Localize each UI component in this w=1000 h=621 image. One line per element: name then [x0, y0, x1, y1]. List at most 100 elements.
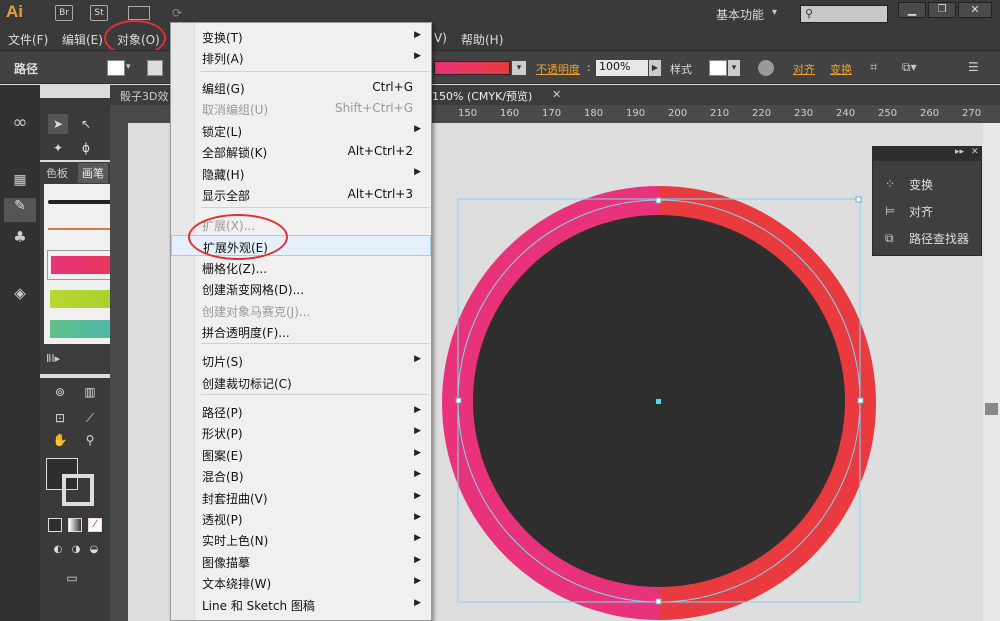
menu-item[interactable]: 实时上色(N) ▶	[171, 529, 431, 550]
slice-tool-icon[interactable]: ⟋	[80, 408, 100, 428]
panel-align[interactable]: 对齐	[909, 203, 933, 220]
close-tab-icon[interactable]: ✕	[552, 88, 561, 101]
menu-file[interactable]: 文件(F)	[8, 31, 48, 48]
submenu-arrow-icon: ▶	[414, 491, 421, 501]
bridge-button[interactable]: Br	[55, 5, 73, 21]
search-input[interactable]: ⚲	[800, 5, 888, 23]
restore-button[interactable]: ❐	[928, 2, 956, 18]
magic-wand-icon[interactable]: ✦	[48, 138, 68, 158]
color-mode-icon[interactable]	[48, 518, 62, 532]
ruler-tick: 180	[584, 108, 604, 119]
handle-right[interactable]	[857, 397, 864, 404]
chevron-right-icon[interactable]: ▶	[649, 60, 661, 76]
circle-artwork[interactable]	[440, 183, 880, 621]
menu-item[interactable]: 封套扭曲(V) ▶	[171, 487, 431, 508]
brush-icon[interactable]: ✎	[4, 198, 36, 222]
club-icon[interactable]: ♣	[2, 228, 38, 250]
menu-item[interactable]: 路径(P) ▶	[171, 401, 431, 422]
recolor-icon[interactable]	[758, 60, 774, 76]
screen-mode-icon[interactable]: ▭	[62, 568, 82, 588]
transform-link[interactable]: 变换	[830, 61, 852, 77]
hand-tool-icon[interactable]: ✋	[50, 430, 70, 450]
menu-item[interactable]: 全部解锁(K) Alt+Ctrl+2	[171, 141, 431, 162]
chevron-down-icon[interactable]: ▾	[728, 60, 740, 76]
menu-item[interactable]: 锁定(L) ▶	[171, 120, 431, 141]
align-link[interactable]: 对齐	[793, 61, 815, 77]
menu-view[interactable]: V)	[434, 31, 447, 45]
arrange-docs-icon[interactable]	[128, 6, 150, 20]
menu-edit[interactable]: 编辑(E)	[62, 31, 103, 48]
right-panel: ▸▸ ✕ ⁘ 变换 ⊨ 对齐 ⧉ 路径查找器	[872, 146, 982, 256]
menu-item[interactable]: 排列(A) ▶	[171, 47, 431, 68]
symbol-sprayer-icon[interactable]: ⊚	[50, 382, 70, 402]
isolate-icon[interactable]: ⌗	[870, 60, 886, 76]
menu-item[interactable]: 切片(S) ▶	[171, 350, 431, 371]
layers-icon[interactable]: ◈	[2, 284, 38, 306]
selection-tool-icon[interactable]: ➤	[48, 114, 68, 134]
minimize-button[interactable]: ▁	[898, 2, 926, 18]
gradient-mode-icon[interactable]	[68, 518, 82, 532]
handle-corner[interactable]	[855, 196, 862, 203]
panel-pathfinder[interactable]: 路径查找器	[909, 230, 969, 247]
menu-item[interactable]: Line 和 Sketch 图稿 ▶	[171, 594, 431, 615]
lasso-icon[interactable]: ϕ	[76, 138, 96, 158]
handle-bottom[interactable]	[655, 598, 662, 605]
transform-icon[interactable]: ⧉▾	[902, 60, 926, 76]
zoom-tool-icon[interactable]: ⚲	[80, 430, 100, 450]
stroke-color-box[interactable]	[62, 474, 94, 506]
menu-item[interactable]: 变换(T) ▶	[171, 26, 431, 47]
none-mode-icon[interactable]: ⁄	[88, 518, 102, 532]
close-button[interactable]: ✕	[958, 2, 992, 18]
control-bar: 路径 ▾ ▾ 不透明度 : 100% ▶ 样式 ▾ 对齐 变换 ⌗ ⧉▾ ☰	[0, 50, 1000, 84]
gradient-swatch[interactable]	[434, 61, 510, 75]
menu-item[interactable]: 创建对象马赛克(J)...	[171, 300, 431, 321]
menu-item[interactable]: 拼合透明度(F)...	[171, 321, 431, 342]
cc-libraries-icon[interactable]: ∞	[2, 112, 38, 140]
draw-inside-icon[interactable]: ◒	[84, 540, 104, 560]
menu-item[interactable]: 显示全部 Alt+Ctrl+3	[171, 184, 431, 205]
menu-item[interactable]: 图像描摹 ▶	[171, 551, 431, 572]
grid-icon[interactable]: ▦	[2, 172, 38, 194]
opacity-input[interactable]: 100%	[596, 60, 648, 76]
menu-item[interactable]: 透视(P) ▶	[171, 508, 431, 529]
menu-item[interactable]: 编组(G) Ctrl+G	[171, 77, 431, 98]
handle-left[interactable]	[455, 397, 462, 404]
doc-tab-dice[interactable]: 骰子3D效	[120, 88, 168, 104]
menu-item[interactable]: 图案(E) ▶	[171, 444, 431, 465]
menu-item[interactable]: 栅格化(Z)...	[171, 257, 431, 278]
doc-tab-active[interactable]: 150% (CMYK/预览)	[432, 88, 532, 104]
stroke-swatch[interactable]	[147, 60, 163, 76]
fill-swatch[interactable]	[107, 60, 125, 76]
handle-top[interactable]	[655, 197, 662, 204]
menu-item[interactable]: 形状(P) ▶	[171, 422, 431, 443]
vertical-scrollbar[interactable]	[983, 123, 1000, 621]
menu-item[interactable]: 取消编组(U) Shift+Ctrl+G	[171, 98, 431, 119]
brush-library-icon[interactable]: ⅡⅠ▸	[46, 352, 60, 365]
menu-item[interactable]: 创建渐变网格(D)...	[171, 278, 431, 299]
menu-help[interactable]: 帮助(H)	[461, 31, 503, 48]
menu-item[interactable]: 文本绕排(W) ▶	[171, 572, 431, 593]
artboard-tool-icon[interactable]: ⊡	[50, 408, 70, 428]
workspace-switcher[interactable]: 基本功能	[716, 6, 764, 23]
panel-menu-icon[interactable]: ☰	[968, 60, 988, 76]
direct-selection-tool-icon[interactable]: ↖	[76, 114, 96, 134]
panel-transform[interactable]: 变换	[909, 176, 933, 193]
menu-item[interactable]: 创建裁切标记(C)	[171, 372, 431, 393]
chevron-down-icon[interactable]: ▾	[512, 61, 526, 75]
object-menu: 变换(T) ▶ 排列(A) ▶ 编组(G) Ctrl+G 取消编组(U) Shift+Ctrl…	[170, 22, 432, 621]
stock-button[interactable]: St	[90, 5, 108, 21]
opacity-label[interactable]: 不透明度	[536, 61, 580, 77]
collapse-icon[interactable]: ▸▸	[955, 147, 964, 157]
menu-item[interactable]: 隐藏(H) ▶	[171, 163, 431, 184]
menu-item[interactable]: 混合(B) ▶	[171, 465, 431, 486]
sync-icon[interactable]: ⟳	[172, 6, 190, 20]
scrollbar-thumb[interactable]	[985, 403, 998, 415]
style-swatch[interactable]	[709, 60, 727, 76]
tab-brushes[interactable]: 画笔	[78, 163, 108, 183]
tab-swatches[interactable]: 色板	[46, 165, 68, 181]
close-icon[interactable]: ✕	[971, 147, 979, 157]
draw-behind-icon[interactable]: ◑	[66, 540, 86, 560]
search-icon: ⚲	[805, 7, 814, 20]
column-graph-icon[interactable]: ▥	[80, 382, 100, 402]
draw-normal-icon[interactable]: ◐	[48, 540, 68, 560]
